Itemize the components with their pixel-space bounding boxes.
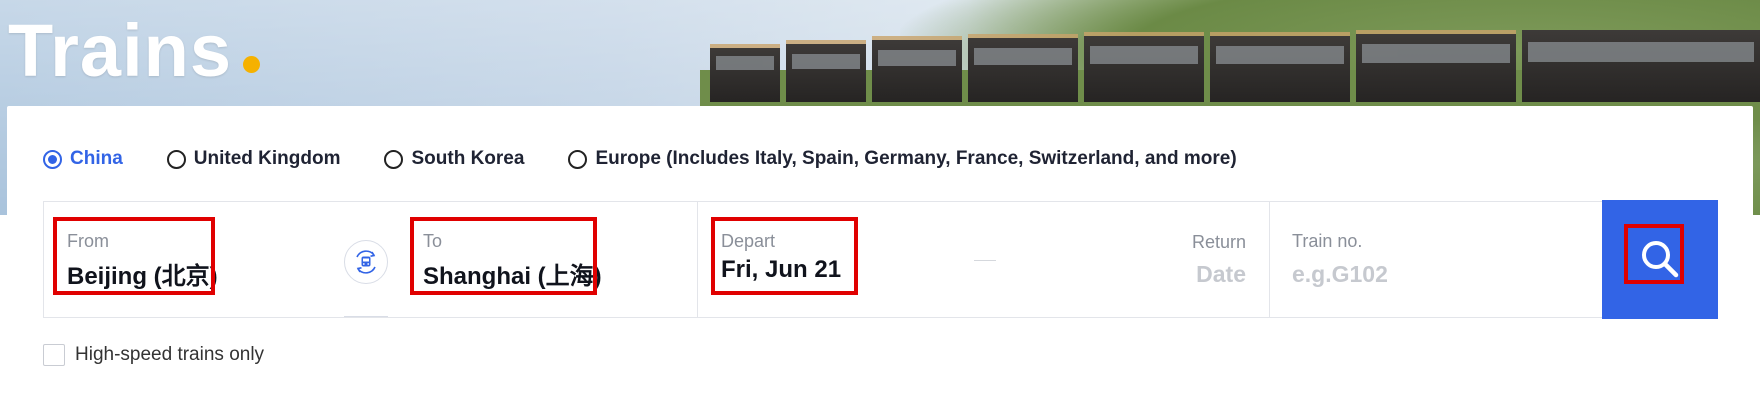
region-europe[interactable]: Europe (Includes Italy, Spain, Germany, … [568,148,1237,170]
depart-field[interactable]: Depart Fri, Jun 21 Return Date [698,202,1270,317]
swap-area [344,202,402,317]
page-title: Trains [8,9,232,92]
radio-checked-icon[interactable] [43,149,62,169]
high-speed-checkbox[interactable] [43,344,65,366]
from-field[interactable]: From Beijing (北京) [44,202,344,317]
to-label: To [423,231,443,251]
high-speed-label: High-speed trains only [75,344,265,365]
radio-icon[interactable] [166,149,186,169]
region-label: China [70,148,123,169]
from-value[interactable]: Beijing (北京) [67,256,218,291]
from-label: From [67,231,109,251]
search-icon [1642,241,1679,278]
swap-button[interactable] [344,240,388,284]
high-speed-option[interactable]: High-speed trains only [43,344,264,366]
region-label: Europe (Includes Italy, Spain, Germany, … [595,148,1237,169]
return-label: Return [1191,232,1246,252]
radio-icon[interactable] [568,149,588,169]
swap-divider [344,316,388,317]
return-value[interactable]: Date [1196,261,1246,288]
search-bar: From Beijing (北京) To Shanghai (上海) Depar… [43,200,1718,319]
train-swap-icon [356,250,376,274]
region-china[interactable]: China [43,148,123,170]
region-united-kingdom[interactable]: United Kingdom [166,148,341,170]
region-south-korea[interactable]: South Korea [384,148,524,170]
region-selector: China United Kingdom South Korea Europe … [43,148,1281,170]
depart-label: Depart [721,231,776,251]
train-no-field[interactable]: Train no. [1270,202,1584,317]
train-no-label: Train no. [1292,231,1363,251]
region-label: South Korea [411,148,525,169]
search-panel: China United Kingdom South Korea Europe … [7,106,1753,405]
depart-value[interactable]: Fri, Jun 21 [721,256,841,284]
region-label: United Kingdom [193,148,341,169]
search-button[interactable] [1602,200,1718,319]
train-no-input[interactable] [1292,261,1552,288]
date-separator [974,260,996,261]
to-field[interactable]: To Shanghai (上海) [402,202,698,317]
to-value[interactable]: Shanghai (上海) [423,256,602,291]
title-dot [243,56,260,73]
radio-icon[interactable] [384,149,404,169]
